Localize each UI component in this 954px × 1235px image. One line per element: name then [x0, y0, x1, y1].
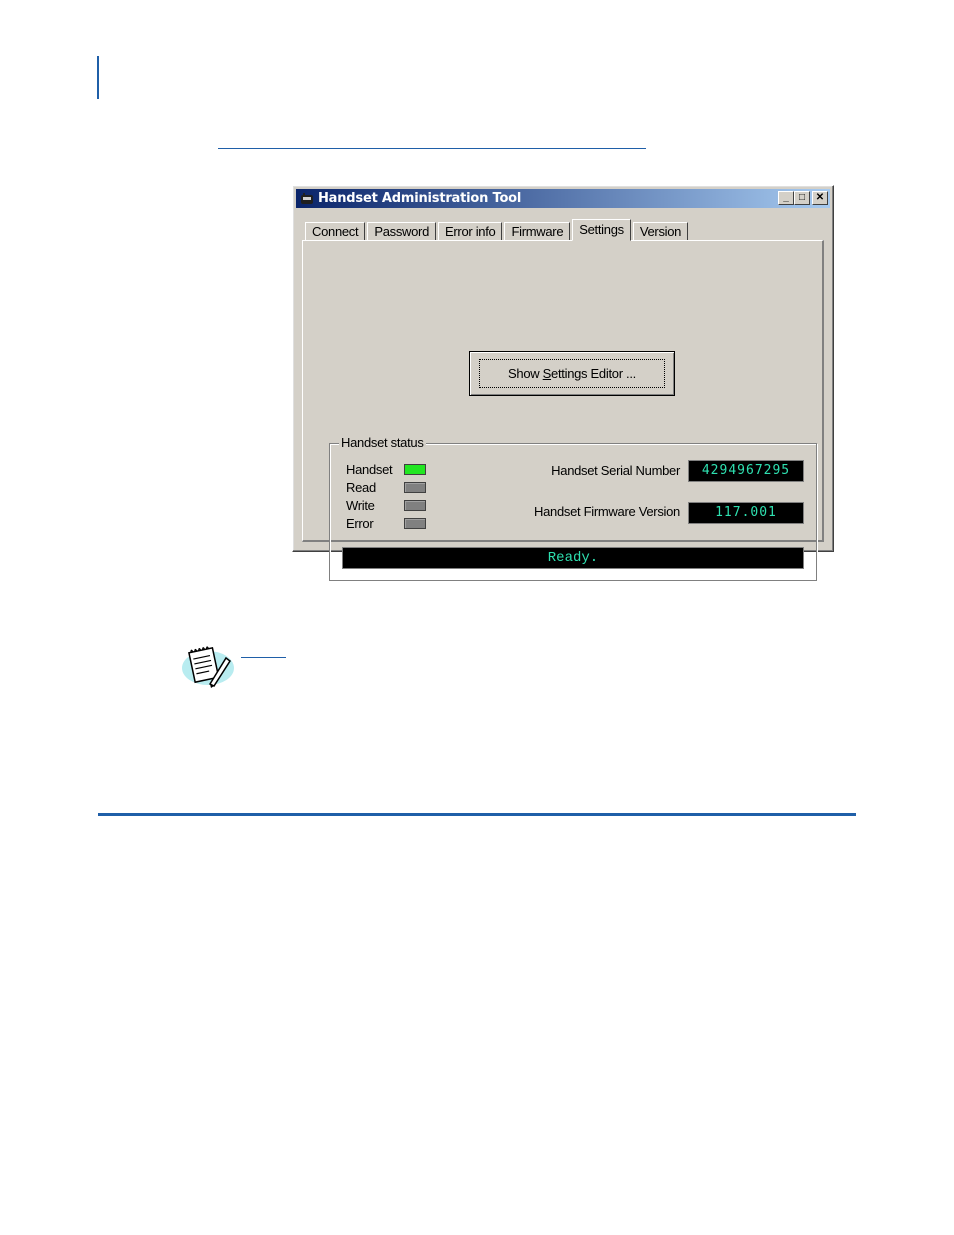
note-rule — [241, 657, 286, 658]
minimize-button[interactable]: _ — [778, 191, 794, 205]
tab-version[interactable]: Version — [632, 222, 689, 241]
handset-led-indicator — [404, 463, 426, 475]
indicator-error: Error — [346, 515, 426, 531]
indicator-label: Write — [346, 497, 375, 513]
indicator-handset: Handset — [346, 461, 426, 477]
indicator-write: Write — [346, 497, 426, 513]
button-label: Show Settings Editor ... — [479, 359, 665, 388]
indicator-read: Read — [346, 479, 426, 495]
title-bar[interactable]: Handset Administration Tool _ □ ✕ — [296, 189, 830, 208]
read-led-indicator — [404, 481, 426, 493]
firmware-version-display: 117.001 — [688, 502, 804, 524]
handset-status-group: Handset status Handset Read Write Error … — [329, 435, 817, 581]
tab-error-info[interactable]: Error info — [438, 222, 503, 241]
handset-app-icon — [301, 192, 313, 204]
settings-tab-panel: Show Settings Editor ... Handset status … — [302, 240, 824, 581]
maximize-icon: □ — [798, 192, 806, 203]
minimize-icon: _ — [783, 192, 789, 203]
close-icon: ✕ — [815, 192, 825, 203]
indicator-label: Error — [346, 515, 374, 531]
write-led-indicator — [404, 499, 426, 511]
mnemonic-letter: S — [542, 366, 552, 381]
serial-number-label: Handset Serial Number — [551, 463, 680, 478]
note-pad-pencil-icon — [182, 646, 234, 688]
indicator-label: Read — [346, 479, 376, 495]
group-title: Handset status — [339, 435, 426, 450]
maximize-button[interactable]: □ — [794, 191, 810, 205]
handset-admin-window: Handset Administration Tool _ □ ✕ Connec… — [292, 185, 834, 581]
error-led-indicator — [404, 517, 426, 529]
serial-number-display: 4294967295 — [688, 460, 804, 482]
tab-firmware[interactable]: Firmware — [504, 222, 571, 241]
window-title: Handset Administration Tool — [318, 191, 522, 206]
status-message-bar: Ready. — [342, 547, 804, 569]
section-rule-bottom — [98, 813, 856, 816]
indicator-label: Handset — [346, 461, 393, 477]
tab-connect[interactable]: Connect — [305, 222, 366, 241]
firmware-version-label: Handset Firmware Version — [534, 504, 680, 519]
margin-change-bar — [97, 56, 99, 99]
tab-password[interactable]: Password — [367, 222, 437, 241]
tab-settings[interactable]: Settings — [572, 219, 631, 241]
close-button[interactable]: ✕ — [812, 191, 828, 205]
show-settings-editor-button[interactable]: Show Settings Editor ... — [469, 351, 675, 396]
section-rule-top — [218, 148, 646, 149]
tab-strip: Connect Password Error info Firmware Set… — [305, 219, 690, 241]
